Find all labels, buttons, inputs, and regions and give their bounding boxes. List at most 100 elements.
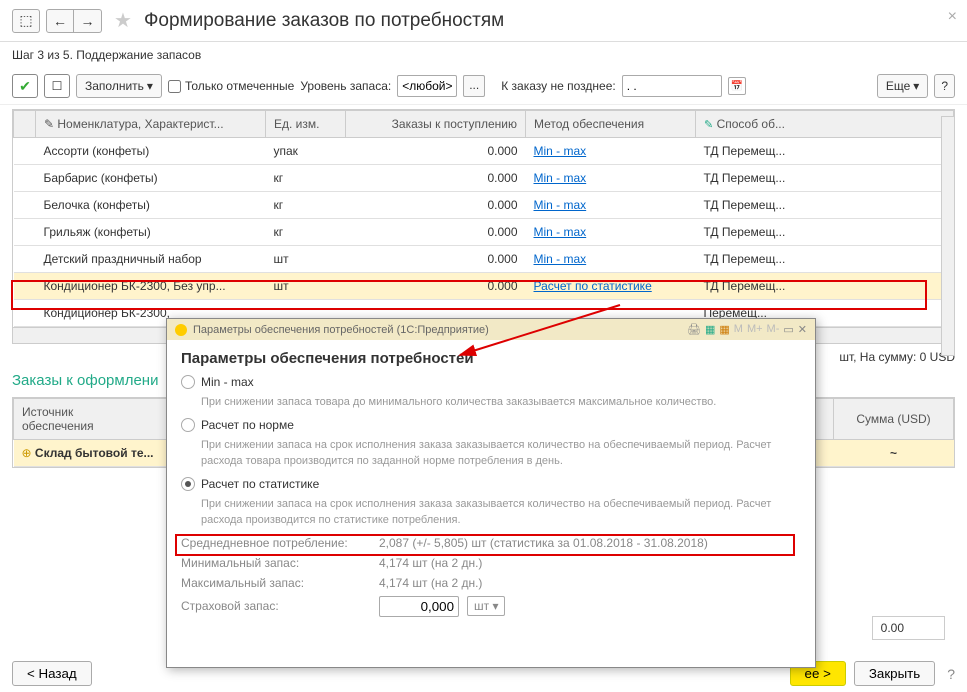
uncheck-all-button[interactable]: ☐ — [44, 74, 70, 98]
cell-supply: ТД Перемещ... — [696, 246, 954, 273]
pencil-icon: ✎ — [704, 119, 713, 131]
print-icon[interactable]: 🖨 — [687, 323, 701, 336]
cell-method[interactable]: Min - max — [526, 192, 696, 219]
cell-method[interactable]: Расчет по статистике — [526, 273, 696, 300]
col-method[interactable]: Метод обеспечения — [526, 111, 696, 138]
fill-button[interactable]: Заполнить▾ — [76, 74, 162, 98]
cell-check[interactable] — [14, 273, 36, 300]
radio-norm[interactable]: Расчет по норме — [181, 418, 801, 432]
help-button[interactable]: ? — [934, 74, 955, 98]
vertical-scrollbar[interactable] — [941, 116, 955, 356]
popup-minimize-icon[interactable]: ▭ — [783, 323, 793, 336]
step-label: Шаг 3 из 5. Поддержание запасов — [0, 42, 967, 68]
check-icon: ✔ — [19, 78, 31, 95]
page-title: Формирование заказов по потребностям — [144, 10, 504, 32]
col-nomenclature[interactable]: ✎ Номенклатура, Характерист... — [36, 111, 266, 138]
cell-qty: 0.000 — [346, 246, 526, 273]
close-button[interactable]: Закрыть — [854, 661, 935, 686]
sub-col-sum[interactable]: Сумма (USD) — [834, 399, 954, 440]
cell-unit: кг — [266, 192, 346, 219]
sum-display: 0.00 — [872, 616, 945, 640]
radio-icon-selected — [181, 477, 195, 491]
cell-method[interactable]: Min - max — [526, 219, 696, 246]
table-row[interactable]: Белочка (конфеты) кг 0.000 Min - max ТД … — [14, 192, 954, 219]
cell-method[interactable]: Min - max — [526, 246, 696, 273]
cell-unit: упак — [266, 138, 346, 165]
m-icon-1: M — [734, 323, 743, 336]
nav-buttons: ← → — [46, 9, 102, 33]
calendar-mini-icon[interactable]: ▦ — [719, 323, 729, 336]
level-input[interactable] — [397, 75, 457, 97]
table-header-row: ✎ Номенклатура, Характерист... Ед. изм. … — [14, 111, 954, 138]
cell-qty: 0.000 — [346, 219, 526, 246]
col-unit[interactable]: Ед. изм. — [266, 111, 346, 138]
dropdown-icon: ▾ — [147, 79, 153, 93]
check-all-button[interactable]: ✔ — [12, 74, 38, 98]
cell-supply: ТД Перемещ... — [696, 273, 954, 300]
cell-method[interactable]: Min - max — [526, 138, 696, 165]
m-icon-3: M- — [767, 323, 780, 336]
only-marked-input[interactable] — [168, 80, 181, 93]
dropdown-icon: ▾ — [913, 79, 919, 93]
table-row[interactable]: Грильяж (конфеты) кг 0.000 Min - max ТД … — [14, 219, 954, 246]
cell-unit: шт — [266, 273, 346, 300]
col-check[interactable] — [14, 111, 36, 138]
cell-check[interactable] — [14, 192, 36, 219]
table-row[interactable]: Детский праздничный набор шт 0.000 Min -… — [14, 246, 954, 273]
cell-name: Ассорти (конфеты) — [36, 138, 266, 165]
cell-qty: 0.000 — [346, 273, 526, 300]
cell-qty: 0.000 — [346, 138, 526, 165]
cell-qty: 0.000 — [346, 192, 526, 219]
hint-minmax: При снижении запаса товара до минимально… — [201, 395, 801, 410]
calc-icon[interactable]: ▦ — [705, 323, 715, 336]
radio-icon — [181, 375, 195, 389]
cell-supply: ТД Перемещ... — [696, 138, 954, 165]
help-icon[interactable]: ? — [947, 666, 955, 682]
table-row[interactable]: Барбарис (конфеты) кг 0.000 Min - max ТД… — [14, 165, 954, 192]
cell-method[interactable]: Min - max — [526, 165, 696, 192]
sub-col-source[interactable]: Источник обеспечения — [14, 399, 174, 440]
table-row[interactable]: Ассорти (конфеты) упак 0.000 Min - max Т… — [14, 138, 954, 165]
level-select-button[interactable]: ... — [463, 75, 485, 97]
more-button[interactable]: Еще▾ — [877, 74, 928, 98]
close-icon[interactable]: × — [948, 8, 957, 26]
deadline-input[interactable] — [622, 75, 722, 97]
favorite-icon[interactable]: ★ — [114, 8, 132, 33]
popup-heading: Параметры обеспечения потребностей — [181, 350, 801, 367]
cell-unit: шт — [266, 246, 346, 273]
cell-name: Кондиционер БК-2300, Без упр... — [36, 273, 266, 300]
col-orders[interactable]: Заказы к поступлению — [346, 111, 526, 138]
param-daily: Среднедневное потребление: 2,087 (+/- 5,… — [181, 536, 801, 550]
cell-check[interactable] — [14, 219, 36, 246]
radio-stat[interactable]: Расчет по статистике — [181, 477, 801, 491]
cell-name: Белочка (конфеты) — [36, 192, 266, 219]
deadline-label: К заказу не позднее: — [501, 79, 615, 93]
param-min: Минимальный запас: 4,174 шт (на 2 дн.) — [181, 556, 801, 570]
back-button[interactable]: ← — [46, 9, 74, 33]
cell-supply: ТД Перемещ... — [696, 192, 954, 219]
cell-name: Барбарис (конфеты) — [36, 165, 266, 192]
safety-input[interactable] — [379, 596, 459, 617]
radio-icon — [181, 418, 195, 432]
unit-dropdown[interactable]: шт ▾ — [467, 596, 505, 616]
cell-check[interactable] — [14, 300, 36, 327]
only-marked-checkbox[interactable]: Только отмеченные — [168, 79, 294, 93]
hint-norm: При снижении запаса на срок исполнения з… — [201, 438, 801, 469]
back-nav-button[interactable]: < Назад — [12, 661, 92, 686]
cell-unit: кг — [266, 165, 346, 192]
header: ⬚ ← → ★ Формирование заказов по потребно… — [0, 0, 967, 42]
calendar-icon[interactable]: 📅 — [728, 77, 746, 95]
empty-box-icon: ☐ — [52, 79, 63, 93]
cell-check[interactable] — [14, 165, 36, 192]
popup-titlebar[interactable]: Параметры обеспечения потребностей (1С:П… — [167, 319, 815, 340]
popup-close-icon[interactable]: ✕ — [798, 323, 807, 336]
sub-row-val: ~ — [834, 440, 954, 467]
radio-minmax[interactable]: Min - max — [181, 375, 801, 389]
forward-button[interactable]: → — [74, 9, 102, 33]
home-button[interactable]: ⬚ — [12, 9, 40, 33]
col-supply[interactable]: ✎ Способ об... — [696, 111, 954, 138]
cell-check[interactable] — [14, 138, 36, 165]
table-row[interactable]: Кондиционер БК-2300, Без упр... шт 0.000… — [14, 273, 954, 300]
cell-supply: ТД Перемещ... — [696, 165, 954, 192]
cell-check[interactable] — [14, 246, 36, 273]
